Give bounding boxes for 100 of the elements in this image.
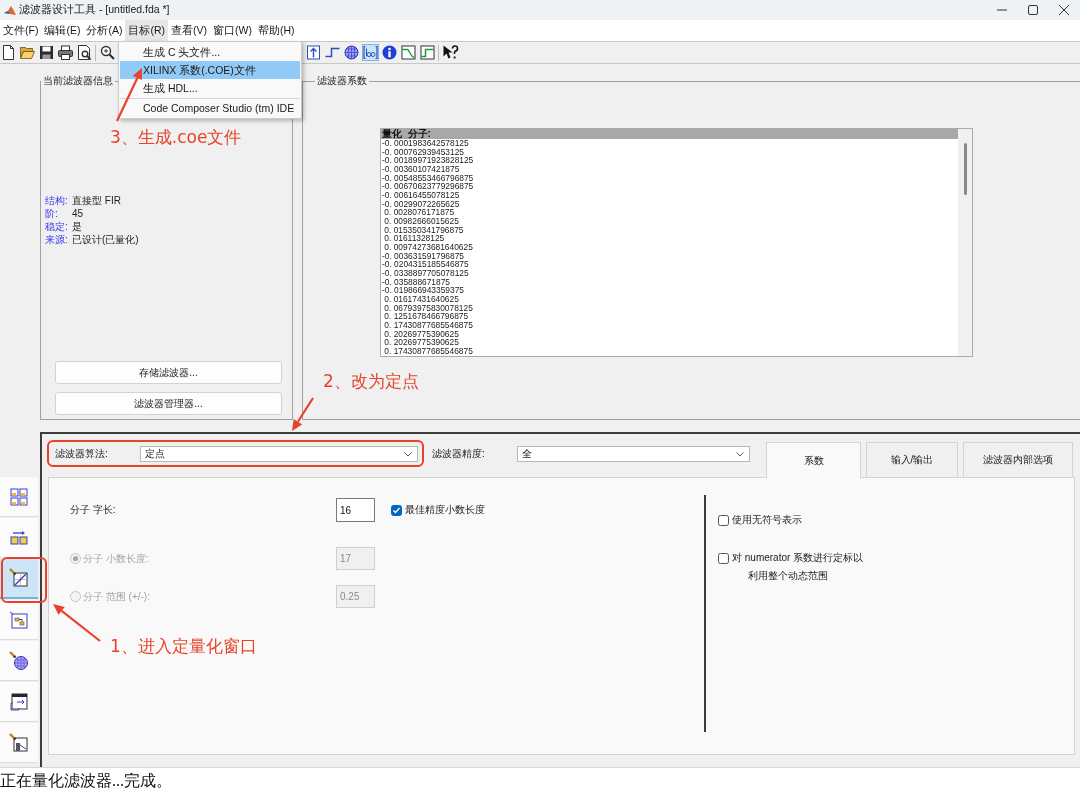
- number-field[interactable]: 16: [336, 498, 375, 522]
- info-value: 45: [72, 207, 84, 220]
- checkbox[interactable]: [718, 514, 729, 526]
- save-icon[interactable]: [38, 44, 55, 61]
- coefficient-value: 0. 17430877685546875: [383, 346, 473, 356]
- menu-item[interactable]: 帮助(H): [254, 20, 298, 41]
- checkbox-label: 对 numerator 系数进行定标以: [732, 551, 864, 565]
- coefficient-value: 0. 06793975830078125: [383, 302, 473, 313]
- tab[interactable]: 系数: [766, 442, 861, 478]
- coefficient-value: 0. 00982666015625: [383, 216, 459, 227]
- checkbox[interactable]: [391, 504, 402, 516]
- coefficient-value: 0. 015350341796875: [383, 224, 464, 235]
- coefficient-value: -0. 00616455078125: [382, 190, 460, 201]
- coefficient-list[interactable]: [380, 128, 973, 357]
- checkbox[interactable]: [718, 552, 729, 564]
- panel-button[interactable]: 存储滤波器...: [55, 361, 282, 384]
- menu-item[interactable]: 窗口(W): [210, 20, 255, 41]
- bracketed-dots-icon[interactable]: [362, 44, 379, 61]
- checkbox-label: 最佳精度小数长度: [405, 503, 485, 517]
- globe-grid-icon[interactable]: [343, 44, 360, 61]
- info-value: 直接型 FIR: [72, 194, 121, 207]
- menu-item[interactable]: 查看(V): [168, 20, 210, 41]
- open-folder-icon[interactable]: [19, 44, 36, 61]
- annotation-arrow: [53, 604, 101, 642]
- scrollbar[interactable]: [958, 129, 972, 356]
- help-pointer-icon[interactable]: [442, 44, 459, 61]
- print-preview-icon[interactable]: [76, 44, 93, 61]
- lowpass-curve-icon[interactable]: [400, 44, 417, 61]
- menu-option[interactable]: Code Composer Studio (tm) IDE: [120, 98, 301, 117]
- panel-button[interactable]: 滤波器管理器...: [55, 392, 282, 415]
- coefficient-value: -0. 00548553466796875: [382, 172, 474, 183]
- coefficient-value: 0. 20269775390625: [383, 337, 459, 348]
- info-icon[interactable]: [381, 44, 398, 61]
- annotation-arrow: [292, 397, 314, 431]
- field-label: 分子 小数长度:: [83, 552, 149, 564]
- peak-logo-icon: [4, 4, 16, 16]
- chevron-down-icon: [404, 451, 412, 457]
- menu-item[interactable]: 文件(F): [0, 20, 42, 41]
- scrollbar-thumb[interactable]: [964, 143, 967, 195]
- zoom-in-icon[interactable]: [99, 44, 116, 61]
- pencil-chart-icon: [9, 568, 29, 588]
- tab[interactable]: 滤波器内部选项: [963, 442, 1073, 477]
- info-label: 来源:: [45, 234, 68, 245]
- info-label: 稳定:: [45, 221, 68, 232]
- pencil-globe-icon: [9, 650, 29, 671]
- checkbox-label: 利用整个动态范围: [748, 569, 828, 583]
- arrow-up-box-icon[interactable]: [305, 44, 322, 61]
- coefficient-value: -0. 019866943359375: [382, 285, 464, 296]
- coefficient-value: 0. 01617431640625: [383, 294, 459, 305]
- annotation-text: 2、改为定点: [323, 371, 419, 391]
- menu-option[interactable]: XILINX 系数(.COE)文件: [120, 61, 301, 79]
- annotation-arrow: [116, 68, 142, 122]
- coefficient-value: -0. 0001983642578125: [382, 138, 469, 148]
- status-text: 正在量化滤波器...完成。: [0, 771, 172, 791]
- maximize-icon[interactable]: [1028, 5, 1038, 15]
- tab[interactable]: 输入/输出: [866, 442, 958, 477]
- list-header: 量化 分子:: [381, 129, 958, 139]
- sidebar-button[interactable]: [0, 723, 38, 763]
- grid-blocks-icon: [9, 486, 29, 507]
- algorithm-dropdown[interactable]: 定点: [140, 446, 418, 462]
- info-label: 阶:: [45, 208, 58, 219]
- coefficient-value: 0. 1251678466796875: [383, 311, 469, 322]
- window-title: 滤波器设计工具 - [untitled.fda *]: [19, 3, 170, 17]
- coefficient-value: -0. 035888671875: [382, 276, 450, 287]
- coefficient-value: 0. 00974273681640625: [383, 242, 473, 253]
- checkbox-label: 使用无符号表示: [732, 513, 802, 527]
- field-label: 分子 字长:: [70, 504, 116, 515]
- coefficient-value: -0. 0204315185546875: [382, 259, 469, 270]
- field-label: 滤波器算法:: [55, 448, 108, 459]
- chevron-down-icon: [736, 451, 744, 457]
- menu-item[interactable]: 编辑(E): [41, 20, 84, 41]
- precision-dropdown[interactable]: 全: [517, 446, 750, 462]
- step-response-icon[interactable]: [419, 44, 436, 61]
- coefficient-value: -0. 00299072265625: [382, 198, 460, 209]
- menu-option[interactable]: 生成 HDL...: [120, 79, 301, 97]
- block-diagram-icon: [9, 609, 29, 630]
- coefficient-value: -0. 00189971923828125: [382, 155, 474, 166]
- info-label: 结构:: [45, 195, 68, 206]
- menu-item[interactable]: 目标(R): [125, 20, 168, 41]
- highlight-frame: [1, 557, 47, 603]
- coefficient-value: 0. 20269775390625: [383, 328, 459, 339]
- field-label: 滤波器精度:: [432, 448, 485, 459]
- new-file-icon[interactable]: [0, 44, 17, 61]
- panel-title: 滤波器系数: [316, 75, 368, 87]
- annotation-text: 1、进入定量化窗口: [110, 636, 257, 656]
- sidebar-button[interactable]: [0, 682, 38, 722]
- panel-title: 当前滤波器信息: [42, 75, 114, 87]
- coefficient-value: -0. 00670623779296875: [382, 181, 474, 192]
- coefficient-value: 0. 0028076171875: [383, 207, 455, 218]
- field-label: 分子 范围 (+/-):: [83, 590, 150, 602]
- info-value: 已设计(已量化): [72, 233, 139, 246]
- pencil-plot-icon: [9, 732, 29, 753]
- menu-option[interactable]: 生成 C 头文件...: [120, 43, 301, 61]
- menu-item[interactable]: 分析(A): [83, 20, 126, 41]
- coefficient-value: -0. 000762939453125: [382, 146, 464, 157]
- coefficient-value: 0. 17430877685546875: [383, 320, 473, 331]
- close-icon[interactable]: [1059, 5, 1069, 15]
- info-value: 是: [72, 220, 82, 233]
- printer-icon[interactable]: [57, 44, 74, 61]
- coefficient-value: -0. 0338897705078125: [382, 268, 469, 279]
